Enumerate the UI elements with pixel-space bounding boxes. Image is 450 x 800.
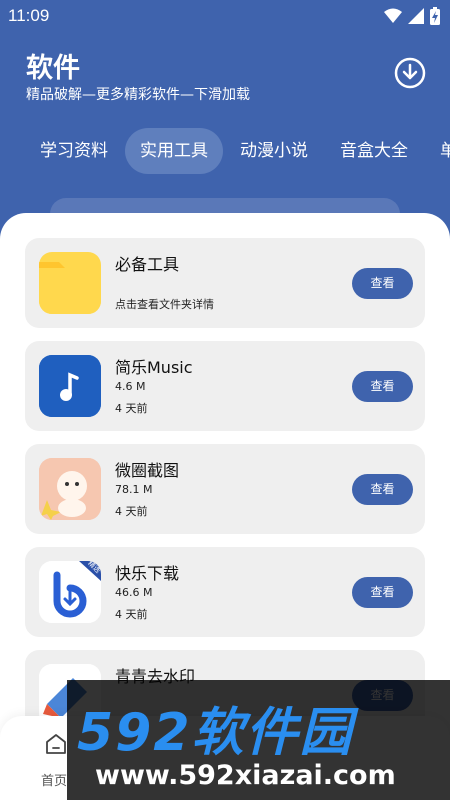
app-name: 简乐Music [115, 358, 193, 377]
tab-tools[interactable]: 实用工具 [125, 128, 223, 174]
category-tabs: 学习资料 实用工具 动漫小说 音盒大全 单 [0, 128, 450, 174]
header: 11:09 软件 精品破解—更多精彩软件—下滑加载 学习资料 实用工具 动漫小说… [0, 0, 450, 240]
tab-anime[interactable]: 动漫小说 [240, 128, 308, 174]
list-item[interactable]: 简乐Music 4.6 M 4 天前 查看 [25, 341, 425, 431]
watermark-url: www.592xiazai.com [95, 760, 396, 791]
list-item[interactable]: 必备工具 点击查看文件夹详情 查看 [25, 238, 425, 328]
view-button[interactable]: 查看 [352, 577, 413, 608]
page-title: 软件 [26, 53, 80, 84]
watermark-brand: 592软件园 [77, 703, 354, 763]
app-description: 点击查看文件夹详情 [115, 298, 214, 311]
status-time: 11:09 [8, 6, 50, 25]
download-icon[interactable] [394, 57, 426, 89]
wifi-icon [384, 8, 402, 23]
status-icons [384, 7, 440, 25]
folder-icon [39, 252, 101, 314]
tab-music-box[interactable]: 音盒大全 [340, 128, 408, 174]
list-item[interactable]: 微圈截图 78.1 M 4 天前 查看 [25, 444, 425, 534]
app-size: 46.6 M [115, 586, 153, 599]
home-icon[interactable] [44, 732, 68, 756]
app-size: 4.6 M [115, 380, 146, 393]
app-time: 4 天前 [115, 608, 148, 621]
status-bar: 11:09 [0, 0, 450, 32]
app-name: 快乐下载 [115, 564, 180, 583]
download-app-icon: 精选 [39, 561, 101, 623]
view-button[interactable]: 查看 [352, 371, 413, 402]
tab-study[interactable]: 学习资料 [40, 128, 108, 174]
app-size: 78.1 M [115, 483, 153, 496]
view-button[interactable]: 查看 [352, 474, 413, 505]
view-button[interactable]: 查看 [352, 268, 413, 299]
app-name: 必备工具 [115, 255, 180, 274]
cartoon-app-icon [39, 458, 101, 520]
app-time: 4 天前 [115, 505, 148, 518]
page-subtitle: 精品破解—更多精彩软件—下滑加载 [26, 87, 250, 103]
app-name: 微圈截图 [115, 461, 180, 480]
watermark-overlay: 592软件园 www.592xiazai.com [67, 680, 450, 800]
battery-charging-icon [430, 7, 440, 25]
nav-home-label[interactable]: 首页 [41, 770, 67, 789]
music-note-icon [39, 355, 101, 417]
app-time: 4 天前 [115, 402, 148, 415]
list-item[interactable]: 精选 快乐下载 46.6 M 4 天前 查看 [25, 547, 425, 637]
signal-icon [408, 8, 424, 24]
tab-more[interactable]: 单 [440, 128, 450, 174]
